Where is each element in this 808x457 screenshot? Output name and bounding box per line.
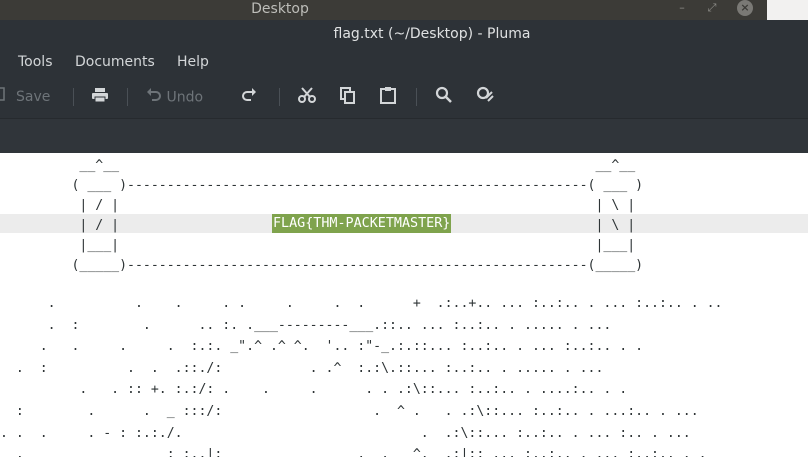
undo-button[interactable]: Undo <box>146 86 203 108</box>
cut-icon <box>298 87 316 108</box>
redo-button[interactable] <box>241 86 257 108</box>
banner-line: (_____)---------------------------------… <box>0 258 644 274</box>
cut-button[interactable] <box>298 86 316 108</box>
replace-button[interactable] <box>476 86 494 108</box>
undo-label: Undo <box>166 89 204 106</box>
flag-text-selection[interactable]: FLAG{THM-PACKETMASTER} <box>272 214 452 233</box>
toolbar-separator <box>73 88 74 106</box>
toolbar-separator <box>127 88 128 106</box>
text-editor[interactable]: __^__ __^__ ( ___ )---------------------… <box>0 153 808 457</box>
toolbar-separator <box>416 88 417 106</box>
ascii-line: . . :: +. :.:/: . . . . . .:\::... :..:.… <box>0 382 628 398</box>
background-window-edge <box>767 0 808 20</box>
copy-button[interactable] <box>339 86 357 108</box>
redo-icon <box>241 88 257 106</box>
ascii-line: . . . . - : :.:./. . .:\::... :..:.. . .… <box>0 425 691 441</box>
paste-button[interactable] <box>379 86 397 108</box>
menu-tools[interactable]: Tools <box>18 48 53 76</box>
ascii-line: . : . .. :. .___---------___.::.. ... :.… <box>0 317 612 333</box>
search-icon <box>435 86 453 108</box>
ascii-line: : . . _ :::/: . ^ . . .:\::... :..:.. . … <box>0 403 699 419</box>
ascii-line: . : :..|: . . ^. .:|:: ... :..:.. . ... … <box>0 447 707 457</box>
ascii-line: . . . . :.:. _".^ .^ ^. '.. :"-_.:.::...… <box>0 339 644 355</box>
menu-documents[interactable]: Documents <box>75 48 155 76</box>
banner-line: | / | | \ | <box>0 198 636 214</box>
search-button[interactable] <box>435 86 453 108</box>
toolbar <box>0 76 808 118</box>
print-button[interactable] <box>91 86 109 108</box>
menu-help[interactable]: Help <box>177 48 209 76</box>
banner-line: ( ___ )---------------------------------… <box>0 178 644 194</box>
toolbar-separator <box>279 88 280 106</box>
replace-icon <box>476 86 494 108</box>
ascii-line: . : . . .::./: . .^ :.:\.::... :..:.. . … <box>0 360 604 376</box>
document-tab-bar <box>0 118 808 154</box>
undo-icon <box>146 86 162 109</box>
print-icon <box>91 88 109 108</box>
save-button[interactable]: Save <box>16 86 50 108</box>
banner-line: |___| |___| <box>0 238 636 254</box>
close-icon[interactable]: × <box>737 0 753 16</box>
ascii-starfield: . . . . . . . . + .:..+.. ... :..:.. . .… <box>0 293 723 457</box>
minimize-icon[interactable]: – <box>675 0 689 20</box>
ascii-line: . . . . . . . . + .:..+.. ... :..:.. . .… <box>0 296 723 311</box>
save-icon <box>0 86 6 108</box>
paste-icon <box>379 87 397 108</box>
copy-icon <box>339 87 357 108</box>
window-title: flag.txt (~/Desktop) - Pluma <box>333 26 531 42</box>
desktop-title: Desktop <box>251 1 309 17</box>
maximize-icon[interactable]: ⤢ <box>705 0 719 20</box>
banner-line: __^__ __^__ <box>0 158 636 173</box>
